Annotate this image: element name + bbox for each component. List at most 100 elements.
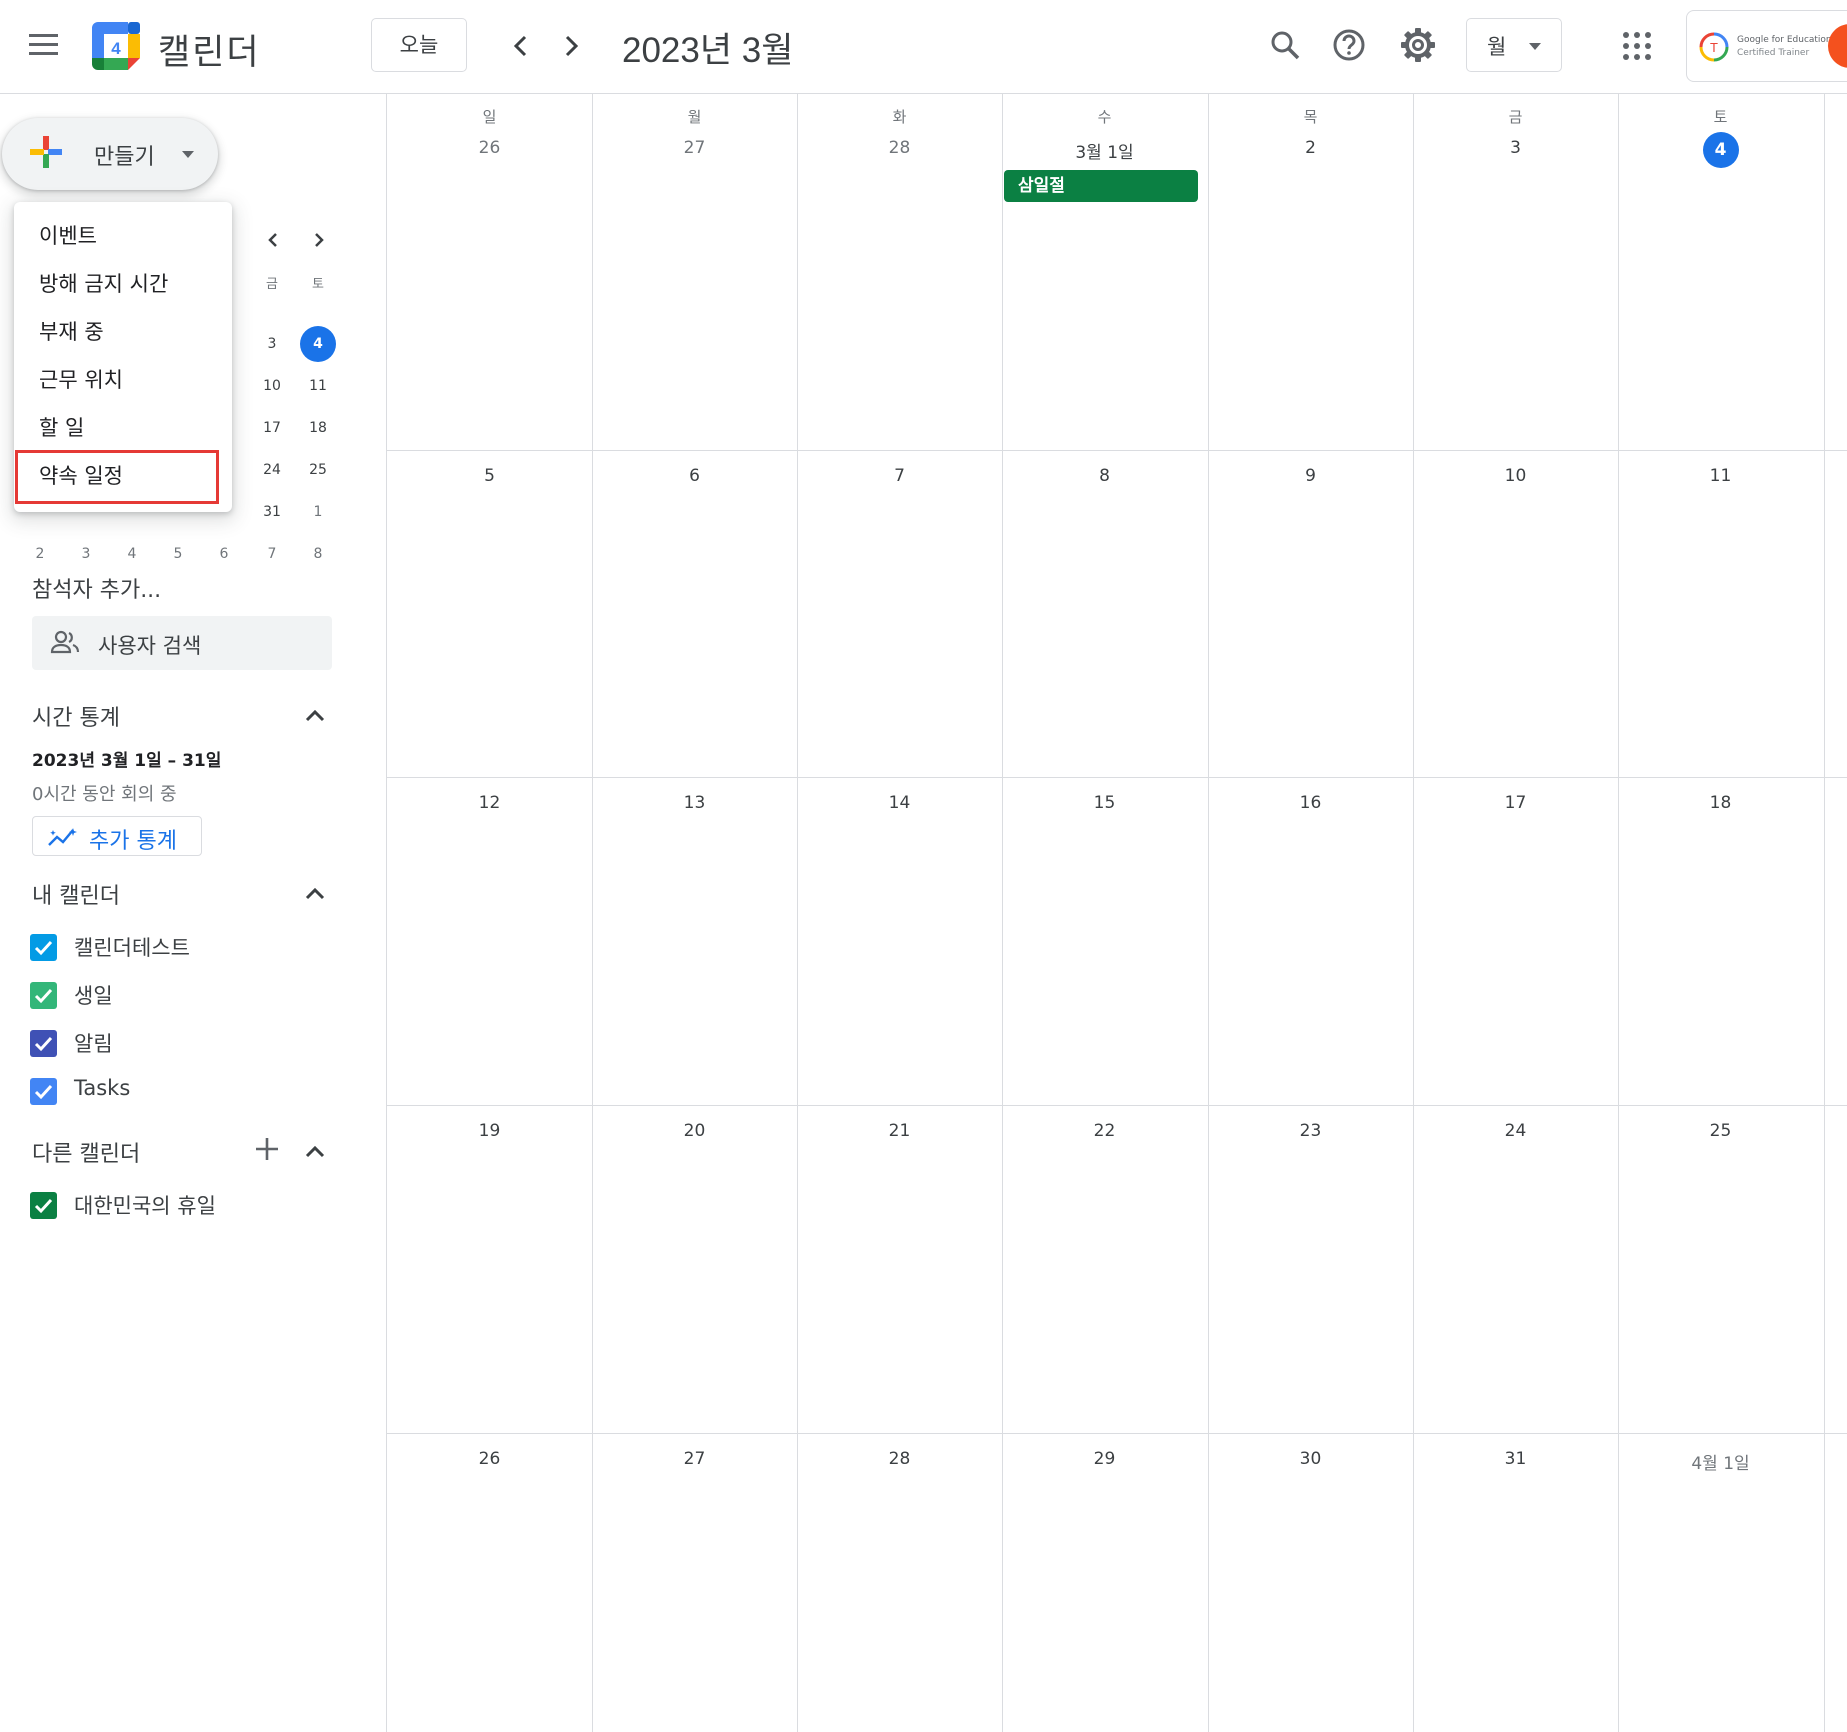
create-button[interactable]: 만들기 [2,118,218,190]
checkbox-checked-icon[interactable] [30,1192,57,1219]
day-number[interactable]: 12 [387,793,592,813]
menu-item-event[interactable]: 이벤트 [14,212,232,260]
mini-day[interactable]: 11 [295,367,341,405]
day-number[interactable]: 3월 1일 [1002,138,1207,163]
settings-gear-icon[interactable] [1395,22,1441,68]
today-button[interactable]: 오늘 [371,18,467,72]
day-number[interactable]: 20 [592,1121,797,1141]
badge-title: Google for Education [1737,35,1832,45]
create-button-label: 만들기 [94,145,155,170]
day-number[interactable]: 22 [1002,1121,1207,1141]
calendar-logo-icon[interactable]: 4 [92,22,140,70]
search-icon[interactable] [1262,22,1308,68]
day-number[interactable]: 26 [387,138,592,158]
chevron-up-icon[interactable] [298,1135,332,1169]
day-number[interactable]: 7 [797,466,1002,486]
certified-trainer-badge[interactable]: T Google for Education Certified Trainer [1686,10,1847,82]
grid-divider [387,777,1847,778]
day-number[interactable]: 11 [1618,466,1823,486]
grid-divider [1824,94,1825,1732]
mini-day[interactable]: 31 [249,493,295,531]
more-stats-button[interactable]: 추가 통계 [32,816,202,856]
mini-day-next-month[interactable]: 7 [249,535,295,573]
calendar-item-tasks[interactable]: Tasks [30,1070,330,1110]
day-number[interactable]: 23 [1208,1121,1413,1141]
day-number[interactable]: 2 [1208,138,1413,158]
menu-item-appointment-schedule[interactable]: 약속 일정 [14,452,232,500]
people-search-input[interactable]: 사용자 검색 [32,616,332,670]
mini-day-next-month[interactable]: 5 [155,535,201,573]
calendar-item-kr-holidays[interactable]: 대한민국의 휴일 [30,1184,330,1224]
chevron-up-icon[interactable] [298,877,332,911]
add-other-calendar-plus-icon[interactable] [252,1134,282,1164]
menu-item-task[interactable]: 할 일 [14,404,232,452]
day-number[interactable]: 27 [592,138,797,158]
mini-previous-month-icon[interactable] [259,226,287,254]
day-number-today[interactable]: 4 [1618,132,1823,168]
day-number[interactable]: 17 [1413,793,1618,813]
checkbox-checked-icon[interactable] [30,1078,57,1105]
day-number[interactable]: 8 [1002,466,1207,486]
mini-day[interactable]: 24 [249,451,295,489]
day-number[interactable]: 19 [387,1121,592,1141]
day-number[interactable]: 16 [1208,793,1413,813]
calendar-item-reminders[interactable]: 알림 [30,1022,330,1062]
day-number[interactable]: 24 [1413,1121,1618,1141]
mini-day-next-month[interactable]: 2 [17,535,63,573]
day-number[interactable]: 6 [592,466,797,486]
day-number[interactable]: 28 [797,138,1002,158]
day-number[interactable]: 30 [1208,1449,1413,1469]
previous-month-icon[interactable] [502,26,542,66]
day-number[interactable]: 5 [387,466,592,486]
checkbox-checked-icon[interactable] [30,1030,57,1057]
day-number[interactable]: 14 [797,793,1002,813]
dow-mon: 월 [687,108,702,126]
day-number[interactable]: 25 [1618,1121,1823,1141]
time-stats-title: 시간 통계 [32,706,120,731]
day-number[interactable]: 9 [1208,466,1413,486]
mini-day[interactable]: 3 [249,325,295,363]
mini-day-next-month[interactable]: 3 [63,535,109,573]
day-number[interactable]: 29 [1002,1449,1207,1469]
calendar-label: 알림 [74,1032,113,1056]
dropdown-caret-icon [1529,43,1541,50]
day-number[interactable]: 15 [1002,793,1207,813]
grid-divider [387,450,1847,451]
google-apps-icon[interactable] [1623,32,1651,60]
mini-day[interactable]: 10 [249,367,295,405]
calendar-item-test[interactable]: 캘린더테스트 [30,926,330,966]
mini-day-today[interactable]: 4 [295,325,341,363]
help-icon[interactable] [1326,22,1372,68]
day-number[interactable]: 4월 1일 [1618,1449,1823,1474]
mini-day-next-month[interactable]: 8 [295,535,341,573]
day-number[interactable]: 26 [387,1449,592,1469]
day-number[interactable]: 10 [1413,466,1618,486]
mini-day[interactable]: 18 [295,409,341,447]
chevron-up-icon[interactable] [298,699,332,733]
grid-divider [387,1105,1847,1106]
checkbox-checked-icon[interactable] [30,934,57,961]
day-number[interactable]: 28 [797,1449,1002,1469]
next-month-icon[interactable] [550,26,590,66]
day-number[interactable]: 3 [1413,138,1618,158]
mini-day-next-month[interactable]: 6 [201,535,247,573]
day-number[interactable]: 31 [1413,1449,1618,1469]
main-menu-icon[interactable] [22,28,66,64]
menu-item-working-location[interactable]: 근무 위치 [14,356,232,404]
menu-item-out-of-office[interactable]: 부재 중 [14,308,232,356]
checkbox-checked-icon[interactable] [30,982,57,1009]
day-number[interactable]: 21 [797,1121,1002,1141]
mini-day-next-month[interactable]: 1 [295,493,341,531]
mini-next-month-icon[interactable] [305,226,333,254]
mini-day[interactable]: 17 [249,409,295,447]
holiday-event-chip[interactable]: 삼일절 [1004,170,1198,202]
day-number[interactable]: 27 [592,1449,797,1469]
mini-day-next-month[interactable]: 4 [109,535,155,573]
mini-day[interactable]: 25 [295,451,341,489]
day-number[interactable]: 18 [1618,793,1823,813]
view-switcher-dropdown[interactable]: 월 [1466,18,1562,72]
calendar-item-birthdays[interactable]: 생일 [30,974,330,1014]
day-number[interactable]: 13 [592,793,797,813]
menu-item-focus-time[interactable]: 방해 금지 시간 [14,260,232,308]
dow-thu: 목 [1303,108,1318,126]
